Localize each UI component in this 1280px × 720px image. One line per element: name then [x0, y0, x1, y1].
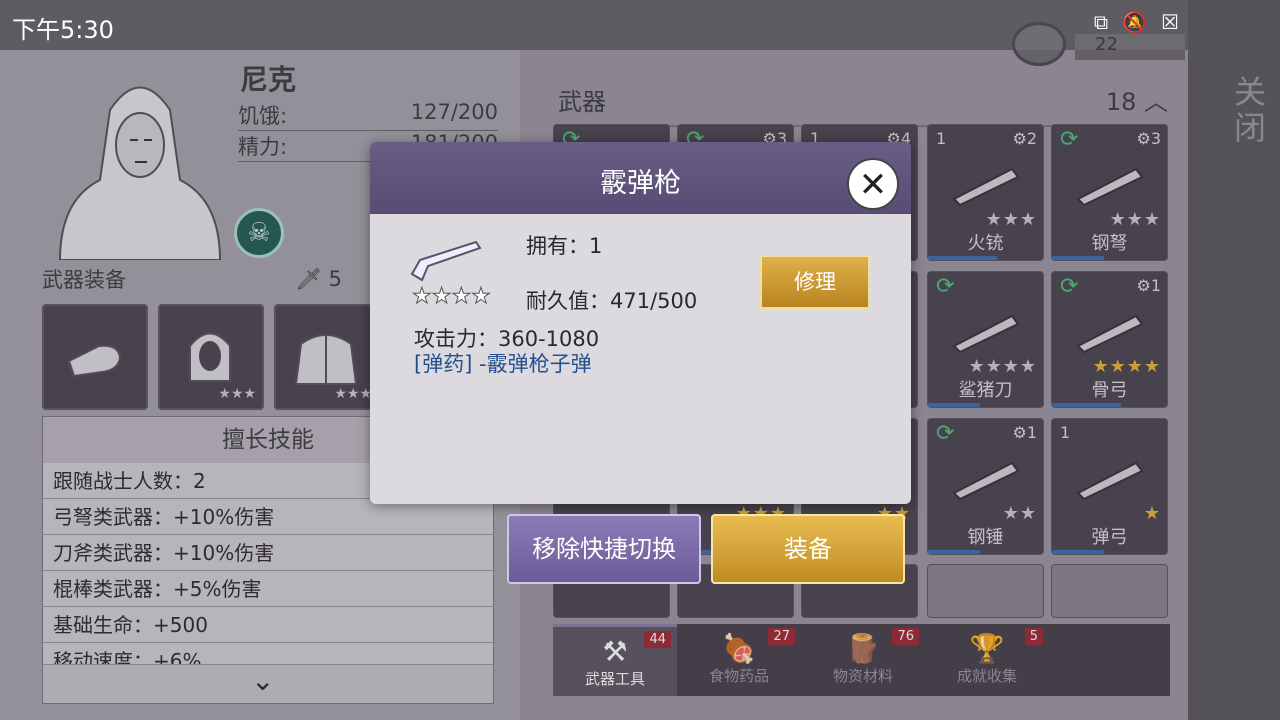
- sim-icon: ☒: [1161, 10, 1179, 34]
- clock: 下午5:30: [12, 16, 114, 44]
- rotate-icon: ⧉: [1093, 10, 1109, 34]
- remove-quickswitch-button[interactable]: 移除快捷切换: [507, 514, 701, 584]
- item-stars: ★★★★: [412, 284, 492, 310]
- close-icon: ✕: [858, 165, 888, 205]
- item-detail-dialog: 霰弹枪 ✕ ★★★★ 拥有：1 耐久值：471/500 攻击力：360-1080…: [370, 142, 911, 504]
- equip-button[interactable]: 装备: [711, 514, 905, 584]
- owned-count: 拥有：1: [526, 234, 603, 258]
- mute-icon: 🔕: [1122, 10, 1148, 34]
- close-button[interactable]: ✕: [847, 158, 899, 210]
- repair-button[interactable]: 修理: [760, 255, 870, 309]
- durability: 耐久值：471/500: [526, 289, 698, 313]
- ammo-link[interactable]: [弹药] -霰弹枪子弹: [414, 348, 592, 378]
- dialog-title: 霰弹枪: [370, 142, 911, 214]
- shotgun-icon: [410, 240, 482, 282]
- close-label[interactable]: 关闭: [1225, 75, 1271, 147]
